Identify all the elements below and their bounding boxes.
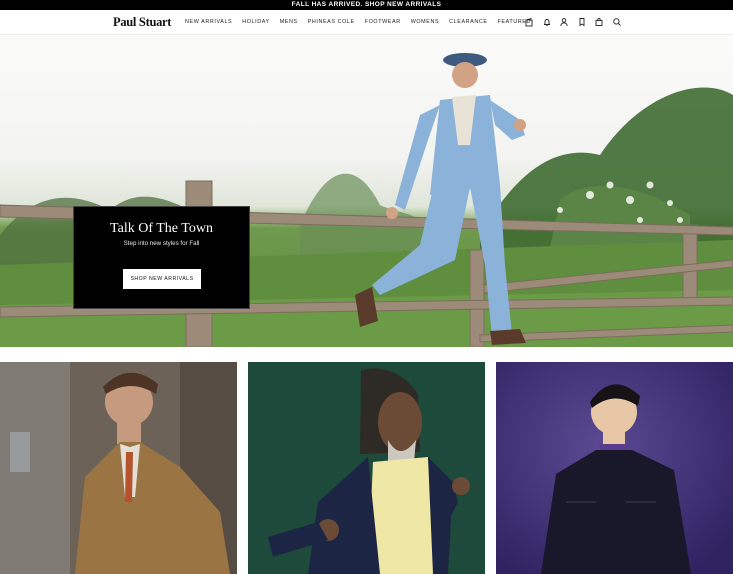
nav-mens[interactable]: MENS [280, 19, 298, 25]
brand-logo[interactable]: Paul Stuart [113, 15, 171, 30]
search-icon[interactable] [612, 17, 622, 27]
header-icons [524, 17, 630, 27]
hero-subtitle: Step into new styles for Fall [123, 240, 200, 247]
nav-holiday[interactable]: HOLIDAY [242, 19, 269, 25]
hero-title: Talk Of The Town [110, 221, 213, 236]
nav-phineas-cole[interactable]: PHINEAS COLE [308, 19, 355, 25]
nav-new-arrivals[interactable]: NEW ARRIVALS [185, 19, 232, 25]
bag-icon[interactable] [594, 17, 604, 27]
user-icon[interactable] [559, 17, 569, 27]
gift-icon[interactable] [524, 17, 534, 27]
hero-banner[interactable]: Talk Of The Town Step into new styles fo… [0, 35, 733, 347]
tile-photo-tweed [0, 362, 237, 574]
hero-promo-card: Talk Of The Town Step into new styles fo… [73, 206, 250, 309]
bookmark-icon[interactable] [577, 17, 587, 27]
nav-footwear[interactable]: FOOTWEAR [365, 19, 401, 25]
category-tile-outerwear[interactable] [248, 362, 485, 574]
category-tile-sportswear[interactable] [496, 362, 733, 574]
nav-clearance[interactable]: CLEARANCE [449, 19, 487, 25]
bell-icon[interactable] [542, 17, 552, 27]
category-tile-tweed[interactable] [0, 362, 237, 574]
tile-photo-outerwear [248, 362, 485, 574]
tile-photo-sportswear [496, 362, 733, 574]
shop-new-arrivals-button[interactable]: SHOP NEW ARRIVALS [123, 269, 201, 289]
announcement-text[interactable]: FALL HAS ARRIVED. SHOP NEW ARRIVALS [292, 1, 442, 8]
announcement-bar[interactable]: FALL HAS ARRIVED. SHOP NEW ARRIVALS [0, 0, 733, 10]
main-nav: NEW ARRIVALS HOLIDAY MENS PHINEAS COLE F… [185, 19, 541, 25]
site-header: Paul Stuart NEW ARRIVALS HOLIDAY MENS PH… [0, 10, 733, 35]
nav-womens[interactable]: WOMENS [411, 19, 439, 25]
